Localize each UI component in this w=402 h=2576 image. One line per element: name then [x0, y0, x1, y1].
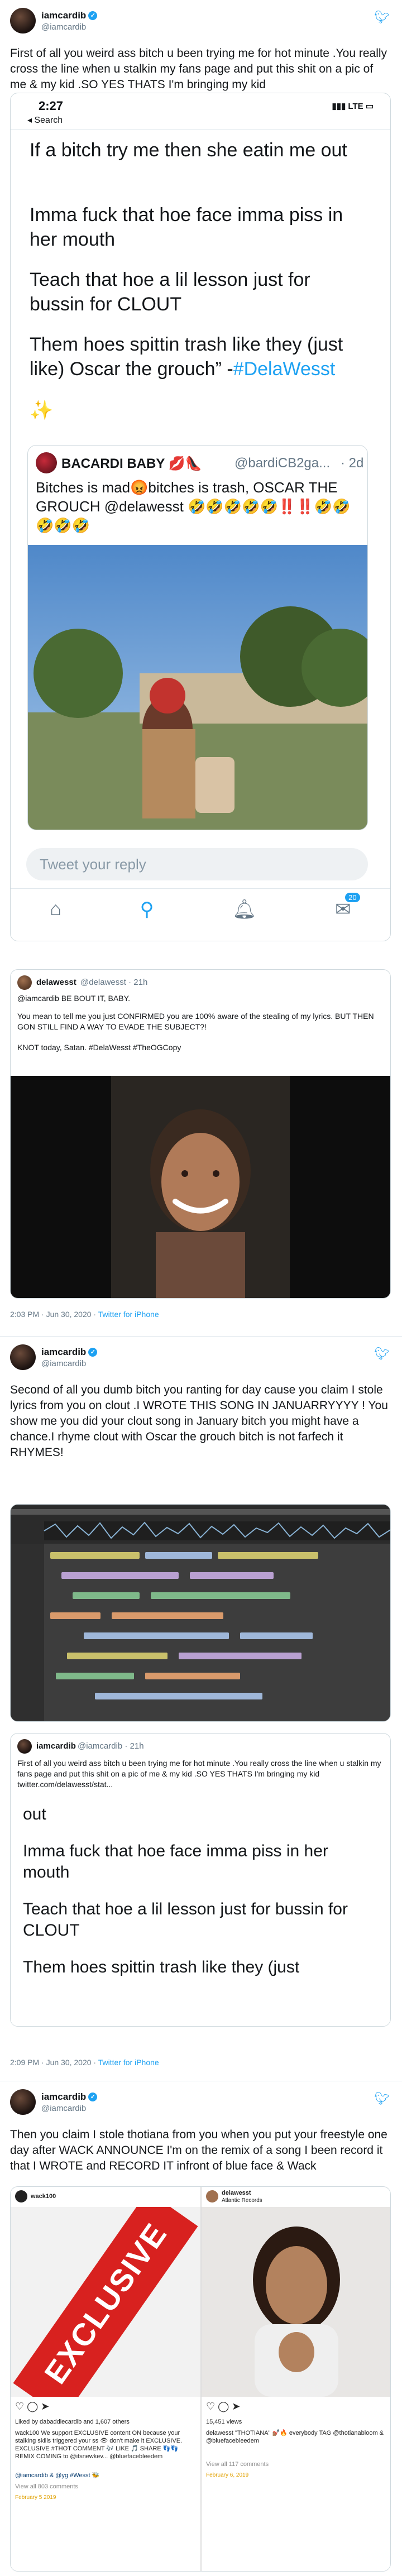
- tweet-text: Second of all you dumb bitch you ranting…: [10, 1383, 388, 1459]
- quote-name: delawesst: [36, 978, 76, 987]
- ig-caption: wack100 We support EXCLUSIVE content ON …: [15, 2430, 183, 2460]
- tweet-3-header: iamcardib ✓ @iamcardib: [10, 2089, 98, 2115]
- tweet-1-header: iamcardib ✓ @iamcardib: [10, 8, 98, 33]
- lyric-line-1: If a bitch try me then she eatin me out: [30, 140, 347, 161]
- hashtag-link[interactable]: #DelaWesst: [233, 358, 336, 380]
- quote-photo: [28, 545, 367, 830]
- ig-action-icons: ♡ ◯ ➤: [206, 2401, 241, 2412]
- handle[interactable]: @iamcardib: [41, 22, 97, 32]
- status-time: 2:27: [39, 99, 64, 113]
- status-signal-icon: ▮▮▮ LTE ▭: [332, 102, 374, 111]
- daw-clips: [50, 1552, 329, 1720]
- ig-views: 15,451 views: [206, 2419, 242, 2425]
- ig-subtitle: Atlantic Records: [222, 2197, 262, 2204]
- back-search-link[interactable]: ◂ Search: [27, 114, 63, 126]
- home-icon[interactable]: ⌂: [50, 898, 61, 921]
- timestamp-text: 2:03 PM · Jun 30, 2020 ·: [10, 1310, 98, 1319]
- lyric-line-2: Imma fuck that hoe face imma piss in her…: [23, 1842, 328, 1881]
- ig-post-left: wack100 EXCLUSIVE ♡ ◯ ➤ Liked by dabaddi…: [11, 2187, 200, 2571]
- tweet-timestamp: 2:09 PM · Jun 30, 2020 · Twitter for iPh…: [10, 2058, 159, 2067]
- sparkle-emoji: ✨: [30, 400, 54, 421]
- quote-avatar: [17, 975, 32, 990]
- tweet-3: iamcardib ✓ @iamcardib 🐦︎ Then you claim …: [0, 2081, 402, 2576]
- twitter-bird-icon[interactable]: 🐦︎: [374, 1347, 390, 1361]
- quoted-tweet-card[interactable]: BACARDI BABY 💋👠 @bardiCB2ga... · 2d Bitc…: [27, 445, 368, 830]
- avatar[interactable]: [10, 1344, 36, 1370]
- ig-action-icons: ♡ ◯ ➤: [15, 2401, 50, 2412]
- verified-icon: ✓: [88, 11, 98, 20]
- quote-time: · 2d: [341, 456, 364, 471]
- ig-date: February 6, 2019: [206, 2472, 249, 2478]
- lyric-line-1: out: [23, 1805, 46, 1823]
- lyric-line-4: Them hoes spittin trash like they (just: [23, 1958, 300, 1976]
- notifications-icon[interactable]: 🔔︎: [232, 898, 256, 921]
- quote-body-2: KNOT today, Satan. #DelaWesst #TheOGCopy: [17, 1043, 181, 1052]
- exclusive-image: EXCLUSIVE: [11, 2207, 200, 2397]
- ig-avatar: [15, 2190, 27, 2202]
- display-name[interactable]: iamcardib: [41, 10, 86, 21]
- ig-tags: @iamcardib & @yg #Wesst 🐝: [15, 2472, 100, 2479]
- quote-body-1: You mean to tell me you just CONFIRMED y…: [17, 1012, 374, 1031]
- handle[interactable]: @iamcardib: [41, 2104, 97, 2113]
- quote-text: Bitches is mad😡bitches is trash, OSCAR T…: [36, 479, 351, 534]
- ig-likes: Liked by dabaddiecardib and 1,607 others: [15, 2419, 130, 2425]
- messages-badge: 20: [345, 893, 360, 902]
- lyric-line-2: Imma fuck that hoe face imma piss in her…: [30, 204, 343, 250]
- quote-avatar: [36, 452, 57, 473]
- ig-date: February 5 2019: [15, 2494, 56, 2501]
- twitter-bird-icon[interactable]: 🐦︎: [374, 2091, 390, 2106]
- reply-input[interactable]: Tweet your reply: [26, 848, 368, 880]
- quote-replying: @iamcardib BE BOUT IT, BABY.: [17, 994, 130, 1003]
- source-link[interactable]: Twitter for iPhone: [98, 2058, 159, 2067]
- display-name[interactable]: iamcardib: [41, 1347, 86, 1358]
- tweet-timestamp: 2:03 PM · Jun 30, 2020 · Twitter for iPh…: [10, 1310, 159, 1319]
- quoted-tweet-card[interactable]: iamcardib @iamcardib · 21h First of all …: [10, 1733, 391, 2027]
- lyric-line-3: Teach that hoe a lil lesson just for bus…: [23, 1900, 348, 1940]
- twitter-bird-icon[interactable]: 🐦︎: [374, 10, 390, 25]
- screenshot-image[interactable]: 2:27 ◂ Search ▮▮▮ LTE ▭ If a bitch try m…: [10, 93, 391, 941]
- handle[interactable]: @iamcardib: [41, 1359, 97, 1368]
- quote-handle: @iamcardib · 21h: [78, 1741, 144, 1751]
- tweet-text: Then you claim I stole thotiana from you…: [10, 2128, 387, 2172]
- tweet-2: iamcardib ✓ @iamcardib 🐦︎ Second of all y…: [0, 1337, 402, 2081]
- avatar[interactable]: [10, 2089, 36, 2115]
- quote-name: BACARDI BABY 💋👠: [61, 456, 202, 471]
- ig-comments-link: View all 803 comments: [15, 2483, 78, 2490]
- display-name[interactable]: iamcardib: [41, 2091, 86, 2103]
- ig-comments-link: View all 117 comments: [206, 2461, 269, 2468]
- quote-video[interactable]: [11, 1076, 390, 1298]
- quote-handle: @bardiCB2ga...: [234, 456, 331, 471]
- ig-account: wack100: [31, 2193, 56, 2200]
- timestamp-text: 2:09 PM · Jun 30, 2020 ·: [10, 2058, 98, 2067]
- instagram-comparison-image[interactable]: wack100 EXCLUSIVE ♡ ◯ ➤ Liked by dabaddi…: [10, 2186, 391, 2572]
- bottom-tab-bar: ⌂ ⚲ 🔔︎ ✉ 20: [11, 893, 390, 921]
- quote-handle: @delawesst · 21h: [80, 978, 148, 987]
- tweet-1: iamcardib ✓ @iamcardib 🐦︎ First of all yo…: [0, 0, 402, 1336]
- ig-post-right: delawesst Atlantic Records ♡ ◯ ➤ 15,451 …: [202, 2187, 390, 2571]
- messages-icon[interactable]: ✉ 20: [335, 893, 360, 921]
- lyric-line-4: Them hoes spittin trash like they (just …: [30, 332, 365, 381]
- quote-text: First of all you weird ass bitch u been …: [17, 1759, 381, 1789]
- delawesst-quoted-tweet[interactable]: delawesst @delawesst · 21h @iamcardib BE…: [10, 969, 391, 1299]
- search-icon[interactable]: ⚲: [140, 898, 154, 921]
- quote-name: iamcardib: [36, 1741, 76, 1751]
- exclusive-text: EXCLUSIVE: [37, 2216, 174, 2390]
- ig-avatar: [206, 2190, 218, 2202]
- tweet-text: First of all you weird ass bitch u been …: [10, 47, 387, 91]
- quote-avatar: [17, 1739, 32, 1754]
- lyric-line-3: Teach that hoe a lil lesson just for bus…: [30, 269, 310, 315]
- ig-account: delawesst: [222, 2190, 251, 2196]
- quote-image[interactable]: out Imma fuck that hoe face imma piss in…: [11, 1799, 390, 2026]
- verified-icon: ✓: [88, 2092, 98, 2101]
- source-link[interactable]: Twitter for iPhone: [98, 1310, 159, 1319]
- tweet-2-header: iamcardib ✓ @iamcardib: [10, 1344, 98, 1370]
- ig-caption: delawesst "THOTIANA" 💅🏽🔥 everybody TAG @…: [206, 2430, 384, 2444]
- verified-icon: ✓: [88, 1347, 98, 1357]
- avatar[interactable]: [10, 8, 36, 33]
- video-still: [202, 2207, 390, 2397]
